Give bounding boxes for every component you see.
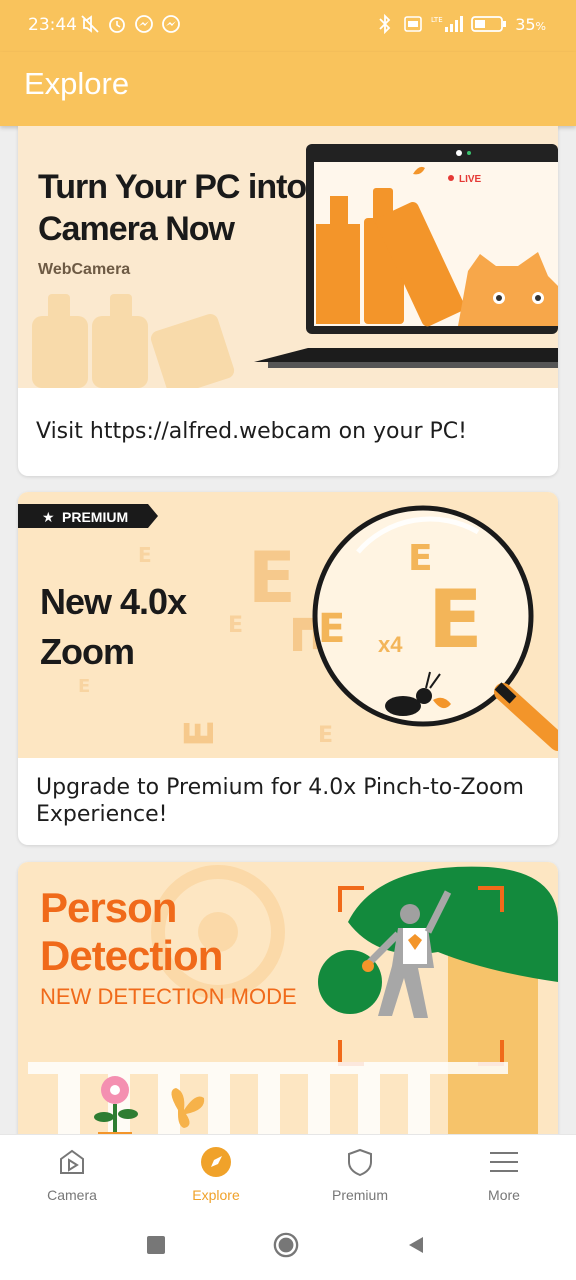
banner-subtitle: NEW DETECTION MODE xyxy=(40,984,297,1009)
nav-label-explore: Explore xyxy=(192,1187,240,1203)
menu-icon xyxy=(487,1145,521,1179)
live-label: LIVE xyxy=(459,174,482,185)
camera-play-icon xyxy=(55,1145,89,1179)
system-navigation-bar xyxy=(0,1210,576,1280)
alarm-icon xyxy=(107,14,127,34)
person-detection-banner: Person Detection NEW DETECTION MODE xyxy=(18,862,558,1134)
volte-icon xyxy=(403,14,423,34)
nav-label-more: More xyxy=(488,1187,520,1203)
status-right-icons: LTE 35% xyxy=(375,14,546,34)
nav-more[interactable]: More xyxy=(432,1135,576,1211)
nav-label-camera: Camera xyxy=(47,1187,97,1203)
webcamera-card[interactable]: LIVE Turn Your PC into Camera Now WebCam… xyxy=(18,126,558,476)
banner-title-line1: Turn Your PC into xyxy=(38,168,306,206)
status-time: 23:44 xyxy=(28,15,77,35)
nav-camera[interactable]: Camera xyxy=(0,1135,144,1211)
banner-title-line1: Person xyxy=(40,884,176,931)
signal-icon: LTE xyxy=(431,14,464,34)
bottom-navigation: Camera Explore Premium More xyxy=(0,1134,576,1211)
nav-premium[interactable]: Premium xyxy=(288,1135,432,1211)
svg-text:E: E xyxy=(318,723,333,748)
banner-brand: WebCamera xyxy=(38,261,130,278)
bluetooth-icon xyxy=(375,14,395,34)
webcamera-banner: LIVE Turn Your PC into Camera Now WebCam… xyxy=(18,126,558,388)
person-detection-card[interactable]: Person Detection NEW DETECTION MODE xyxy=(18,862,558,1134)
battery-percent: 35% xyxy=(515,14,546,34)
recents-button[interactable] xyxy=(143,1232,169,1258)
nav-label-premium: Premium xyxy=(331,1187,388,1203)
star-icon: ★ xyxy=(42,510,55,526)
messenger-icon-2 xyxy=(161,14,181,34)
svg-text:E: E xyxy=(428,573,483,666)
page-title: Explore xyxy=(24,66,130,101)
status-bar: 23:44 LTE 35% xyxy=(0,0,576,52)
banner-title-line2: Detection xyxy=(40,932,222,979)
svg-text:E: E xyxy=(78,676,90,697)
back-button[interactable] xyxy=(403,1232,429,1258)
banner-title-line2: Camera Now xyxy=(38,210,236,248)
svg-text:LTE: LTE xyxy=(431,16,443,24)
svg-text:E: E xyxy=(318,606,345,652)
mute-icon xyxy=(80,14,100,34)
battery-icon xyxy=(471,14,507,34)
svg-text:E: E xyxy=(408,538,433,579)
svg-text:E: E xyxy=(138,543,152,567)
home-button[interactable] xyxy=(273,1232,299,1258)
banner-title-line1: New 4.0x xyxy=(40,581,187,622)
premium-zoom-card[interactable]: E E E E E E E E E E E E x4 xyxy=(18,492,558,845)
premium-badge-label: PREMIUM xyxy=(62,509,128,525)
messenger-icon xyxy=(134,14,154,34)
svg-text:E: E xyxy=(248,537,296,619)
status-left-icons xyxy=(80,14,181,34)
banner-title-line2: Zoom xyxy=(40,631,134,672)
card-description: Upgrade to Premium for 4.0x Pinch-to-Zoo… xyxy=(36,775,524,827)
app-bar: Explore xyxy=(0,52,576,126)
svg-text:E: E xyxy=(177,720,223,747)
compass-icon xyxy=(199,1145,233,1179)
nav-explore[interactable]: Explore xyxy=(144,1135,288,1211)
zoom-banner: E E E E E E E E E E E E x4 xyxy=(18,492,558,758)
zoom-label: x4 xyxy=(378,632,403,657)
card-description: Visit https://alfred.webcam on your PC! xyxy=(36,419,467,444)
shield-icon xyxy=(343,1145,377,1179)
svg-text:E: E xyxy=(228,613,243,638)
explore-feed[interactable]: LIVE Turn Your PC into Camera Now WebCam… xyxy=(0,126,576,1134)
